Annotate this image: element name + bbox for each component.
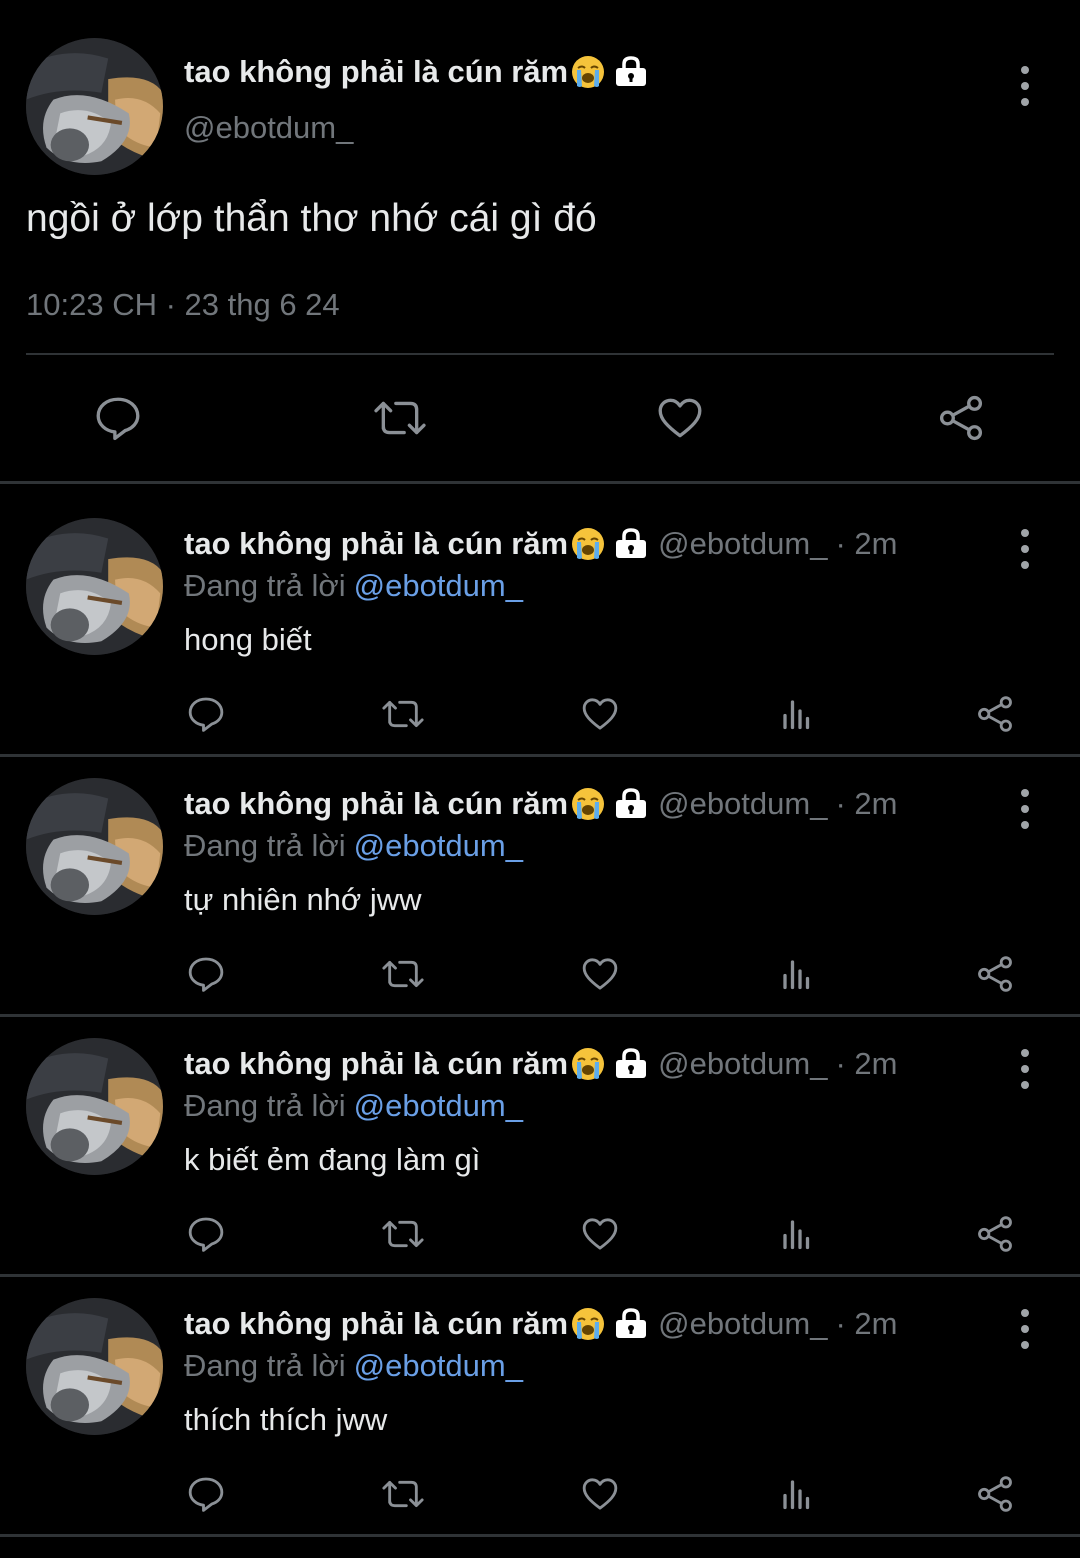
reply-time: · 2m [835,1046,898,1081]
username-handle[interactable]: @ebotdum_ [658,1306,827,1342]
reply-header: tao không phải là cún răm @ebotdum_ · 2m [184,526,897,562]
like-icon[interactable] [580,694,620,734]
views-icon[interactable] [779,954,815,994]
mention-link[interactable]: @ebotdum_ [354,1348,523,1383]
reply-icon[interactable] [186,694,226,734]
replying-to-label: Đang trả lời [184,1348,346,1383]
mention-link[interactable]: @ebotdum_ [354,568,523,603]
username-handle[interactable]: @ebotdum_ [184,110,353,146]
reply-header: tao không phải là cún răm @ebotdum_ · 2m [184,1046,897,1082]
username-handle[interactable]: @ebotdum_ [658,1046,827,1082]
tweet-text: hong biết [184,622,312,657]
avatar-dog-image [26,1298,163,1435]
display-name[interactable]: tao không phải là cún răm [184,786,568,822]
share-icon[interactable] [975,1474,1015,1514]
reply-time: · 2m [835,1306,898,1341]
lock-icon [614,1048,648,1080]
avatar-dog-image [26,518,163,655]
like-icon[interactable] [580,1214,620,1254]
lock-icon [614,528,648,560]
lock-icon [614,56,648,88]
share-icon[interactable] [975,1214,1015,1254]
divider [0,1274,1080,1277]
retweet-icon[interactable] [372,393,428,443]
replying-to-label: Đang trả lời [184,568,346,603]
crying-face-icon [570,526,606,562]
reply-time: · 2m [835,786,898,821]
tweet-text: ngồi ở lớp thẩn thơ nhớ cái gì đó [26,197,597,240]
divider [0,754,1080,757]
display-name[interactable]: tao không phải là cún răm [184,1046,568,1082]
like-icon[interactable] [580,954,620,994]
avatar[interactable] [26,518,163,655]
username-handle[interactable]: @ebotdum_ [658,786,827,822]
avatar[interactable] [26,38,163,175]
tweet-text: thích thích jww [184,1402,388,1437]
reply-tweet[interactable]: tao không phải là cún răm @ebotdum_ · 2m Đ… [0,1038,1080,1298]
views-icon[interactable] [779,1474,815,1514]
reply-tweet[interactable]: tao không phải là cún răm @ebotdum_ · 2m Đ… [0,778,1080,1038]
share-icon[interactable] [975,694,1015,734]
like-icon[interactable] [655,393,705,443]
tweet-text: k biết ẻm đang làm gì [184,1142,481,1177]
reply-icon[interactable] [186,1214,226,1254]
like-icon[interactable] [580,1474,620,1514]
views-icon[interactable] [779,1214,815,1254]
reply-tweet[interactable]: tao không phải là cún răm @ebotdum_ · 2m Đ… [0,1298,1080,1558]
display-name[interactable]: tao không phải là cún răm [184,526,568,562]
reply-time: · 2m [835,526,898,561]
reply-icon[interactable] [186,1474,226,1514]
replying-to: Đang trả lời @ebotdum_ [184,828,523,864]
more-options-icon[interactable] [1015,1049,1035,1089]
avatar[interactable] [26,778,163,915]
mention-link[interactable]: @ebotdum_ [354,1088,523,1123]
avatar[interactable] [26,1038,163,1175]
replying-to-label: Đang trả lời [184,1088,346,1123]
crying-face-icon [570,54,606,90]
retweet-icon[interactable] [380,694,426,734]
replying-to: Đang trả lời @ebotdum_ [184,568,523,604]
share-icon[interactable] [975,954,1015,994]
replying-to-label: Đang trả lời [184,828,346,863]
avatar-dog-image [26,38,163,175]
crying-face-icon [570,1046,606,1082]
more-options-icon[interactable] [1015,1309,1035,1349]
crying-face-icon [570,1306,606,1342]
reply-icon[interactable] [186,954,226,994]
views-icon[interactable] [779,694,815,734]
divider [0,1014,1080,1017]
lock-icon [614,788,648,820]
divider [0,481,1080,484]
mention-link[interactable]: @ebotdum_ [354,828,523,863]
replying-to: Đang trả lời @ebotdum_ [184,1348,523,1384]
avatar-dog-image [26,1038,163,1175]
replying-to: Đang trả lời @ebotdum_ [184,1088,523,1124]
share-icon[interactable] [936,393,986,443]
reply-header: tao không phải là cún răm @ebotdum_ · 2m [184,786,897,822]
more-options-icon[interactable] [1015,789,1035,829]
divider [0,1534,1080,1537]
username-handle[interactable]: @ebotdum_ [658,526,827,562]
reply-header: tao không phải là cún răm @ebotdum_ · 2m [184,1306,897,1342]
tweet-timestamp[interactable]: 10:23 CH · 23 thg 6 24 [26,287,340,323]
more-options-icon[interactable] [1015,529,1035,569]
display-name[interactable]: tao không phải là cún răm [184,54,648,90]
divider [26,353,1054,355]
display-name[interactable]: tao không phải là cún răm [184,1306,568,1342]
crying-face-icon [570,786,606,822]
avatar-dog-image [26,778,163,915]
lock-icon [614,1308,648,1340]
display-name-text: tao không phải là cún răm [184,54,569,89]
avatar[interactable] [26,1298,163,1435]
reply-tweet[interactable]: tao không phải là cún răm @ebotdum_ · 2m Đ… [0,518,1080,778]
retweet-icon[interactable] [380,1474,426,1514]
reply-icon[interactable] [93,393,143,443]
retweet-icon[interactable] [380,1214,426,1254]
retweet-icon[interactable] [380,954,426,994]
more-options-icon[interactable] [1015,66,1035,106]
tweet-text: tự nhiên nhớ jww [184,882,422,917]
